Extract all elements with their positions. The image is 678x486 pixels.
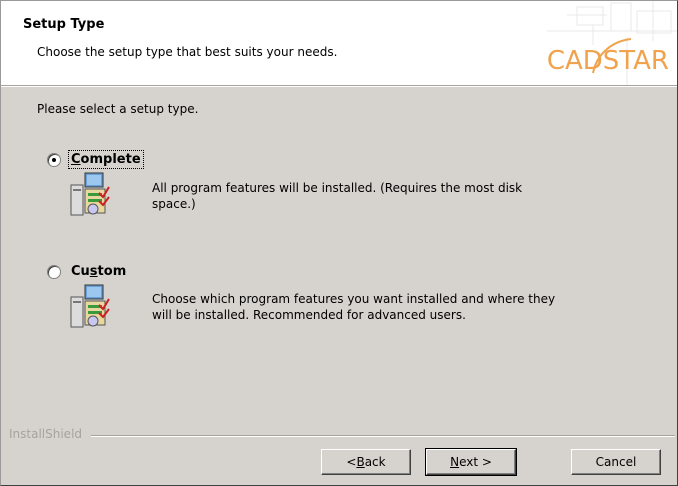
option-custom-description: Choose which program features you want i…	[152, 291, 622, 323]
custom-radio[interactable]	[47, 264, 61, 279]
page-subtitle: Choose the setup type that best suits yo…	[37, 45, 338, 59]
setup-prompt: Please select a setup type.	[37, 102, 199, 116]
brand-logo: CADSTAR	[546, 46, 669, 76]
option-custom[interactable]: Custom	[47, 263, 128, 280]
complete-radio[interactable]	[47, 152, 61, 167]
setup-dialog: Setup Type Choose the setup type that be…	[0, 0, 678, 486]
cancel-button[interactable]: Cancel	[571, 449, 661, 475]
footer-divider-highlight	[91, 436, 675, 437]
back-button[interactable]: < Back	[321, 449, 411, 475]
custom-desc-line-1: Choose which program features you want i…	[152, 292, 556, 306]
page-title: Setup Type	[23, 17, 105, 32]
custom-desc-line-2: will be installed. Recommended for advan…	[152, 308, 466, 322]
option-complete[interactable]: Complete	[47, 150, 144, 169]
option-custom-label[interactable]: Custom	[69, 263, 128, 280]
header-banner: Setup Type Choose the setup type that be…	[1, 1, 677, 85]
option-complete-description: All program features will be installed. …	[152, 180, 622, 212]
banner-graphic: CADSTAR	[507, 1, 677, 85]
setup-computer-icon	[70, 284, 110, 328]
option-complete-label[interactable]: Complete	[68, 150, 144, 169]
installshield-brand: InstallShield	[9, 427, 83, 441]
complete-desc-line-2: space.)	[152, 197, 196, 211]
next-button[interactable]: Next >	[425, 448, 517, 476]
header-divider-highlight	[1, 86, 677, 87]
setup-computer-icon	[70, 172, 110, 216]
complete-desc-line-1: All program features will be installed. …	[152, 181, 523, 195]
